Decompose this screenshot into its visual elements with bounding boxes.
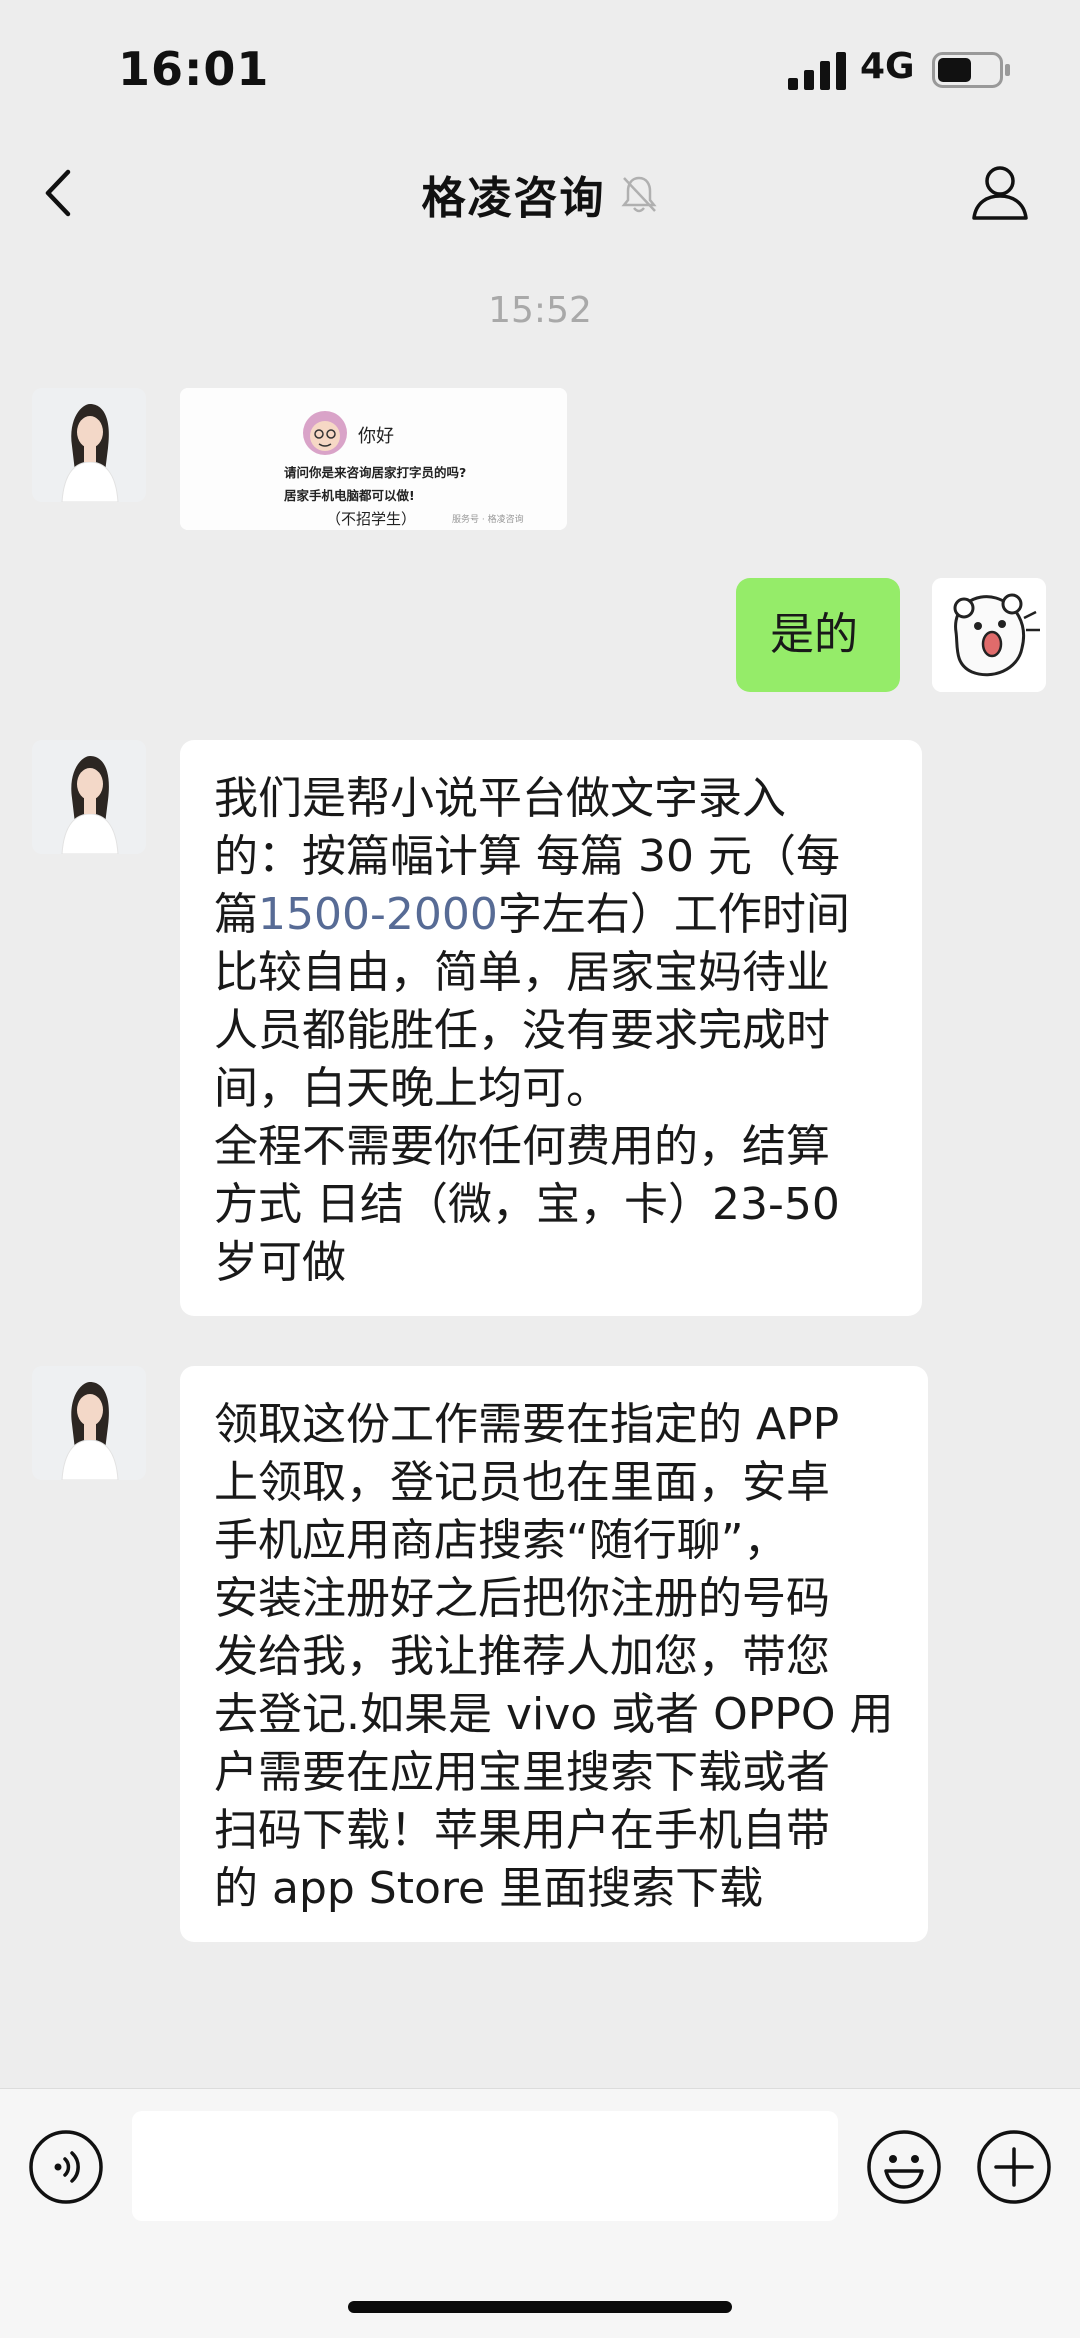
message-line-start: 篇 <box>214 889 258 940</box>
message-line: 安装注册好之后把你注册的号码 <box>214 1573 830 1624</box>
status-bar: 16:01 4G <box>0 0 1080 140</box>
battery-icon <box>932 52 1010 88</box>
card-line3: （不招学生） <box>326 510 417 528</box>
my-message-bubble[interactable]: 是的 <box>736 578 900 692</box>
message-line: 间，白天晚上均可。 <box>214 1063 610 1114</box>
voice-icon[interactable] <box>28 2129 104 2205</box>
contact-avatar[interactable] <box>32 388 146 502</box>
message-line: 方式 日结（微，宝，卡）23-50 <box>214 1179 840 1230</box>
message-line: 上领取，登记员也在里面，安卓 <box>214 1457 830 1508</box>
message-line: 去登记.如果是 vivo 或者 OPPO 用 <box>214 1689 894 1740</box>
signal-icon <box>788 52 846 90</box>
message-line: 的：按篇幅计算 每篇 30 元（每 <box>214 831 840 882</box>
message-line: 比较自由，简单，居家宝妈待业 <box>214 947 830 998</box>
card-greeting: 你好 <box>358 426 394 447</box>
message-line: 扫码下载！苹果用户在手机自带 <box>214 1805 830 1856</box>
contact-avatar[interactable] <box>32 1366 146 1480</box>
message-line-end: 字左右）工作时间 <box>497 889 850 940</box>
image-message[interactable]: 你好 请问你是来咨询居家打字员的吗? 居家手机电脑都可以做! （不招学生） 服务… <box>180 388 567 530</box>
muted-bell-icon <box>620 176 657 213</box>
message-line: 篇1500-2000字左右）工作时间 <box>214 886 892 944</box>
message-line: 的 app Store 里面搜索下载 <box>214 1863 764 1914</box>
emoji-icon[interactable] <box>866 2129 942 2205</box>
profile-icon[interactable] <box>968 160 1032 224</box>
message-line: 我们是帮小说平台做文字录入 <box>214 773 786 824</box>
message-line: 手机应用商店搜索“随行聊”， <box>214 1515 788 1566</box>
contact-avatar[interactable] <box>32 740 146 854</box>
my-message-text: 是的 <box>770 609 858 660</box>
highlight-number[interactable]: 1500-2000 <box>258 889 498 940</box>
message-bubble-1[interactable]: 我们是帮小说平台做文字录入 的：按篇幅计算 每篇 30 元（每 篇1500-20… <box>180 740 922 1316</box>
status-time: 16:01 <box>118 42 270 96</box>
card-line2: 居家手机电脑都可以做! <box>284 488 415 503</box>
plus-icon[interactable] <box>976 2129 1052 2205</box>
chat-title: 格凌咨询 <box>421 173 606 224</box>
message-timestamp: 15:52 <box>488 290 592 331</box>
message-line: 全程不需要你任何费用的，结算 <box>214 1121 830 1172</box>
message-input[interactable] <box>132 2111 838 2221</box>
network-type: 4G <box>860 46 915 87</box>
message-line: 户需要在应用宝里搜索下载或者 <box>214 1747 830 1798</box>
card-watermark: 服务号 · 格凌咨询 <box>452 515 524 525</box>
my-avatar[interactable] <box>932 578 1046 692</box>
message-line: 岁可做 <box>214 1237 346 1288</box>
message-bubble-2[interactable]: 领取这份工作需要在指定的 APP 上领取，登记员也在里面，安卓 手机应用商店搜索… <box>180 1366 928 1942</box>
chat-header: 格凌咨询 <box>0 140 1080 244</box>
message-line: 领取这份工作需要在指定的 APP <box>214 1399 840 1450</box>
home-indicator[interactable] <box>348 2301 732 2313</box>
card-line1: 请问你是来咨询居家打字员的吗? <box>284 465 467 480</box>
message-line: 人员都能胜任，没有要求完成时 <box>214 1005 830 1056</box>
message-line: 发给我，我让推荐人加您，带您 <box>214 1631 830 1682</box>
